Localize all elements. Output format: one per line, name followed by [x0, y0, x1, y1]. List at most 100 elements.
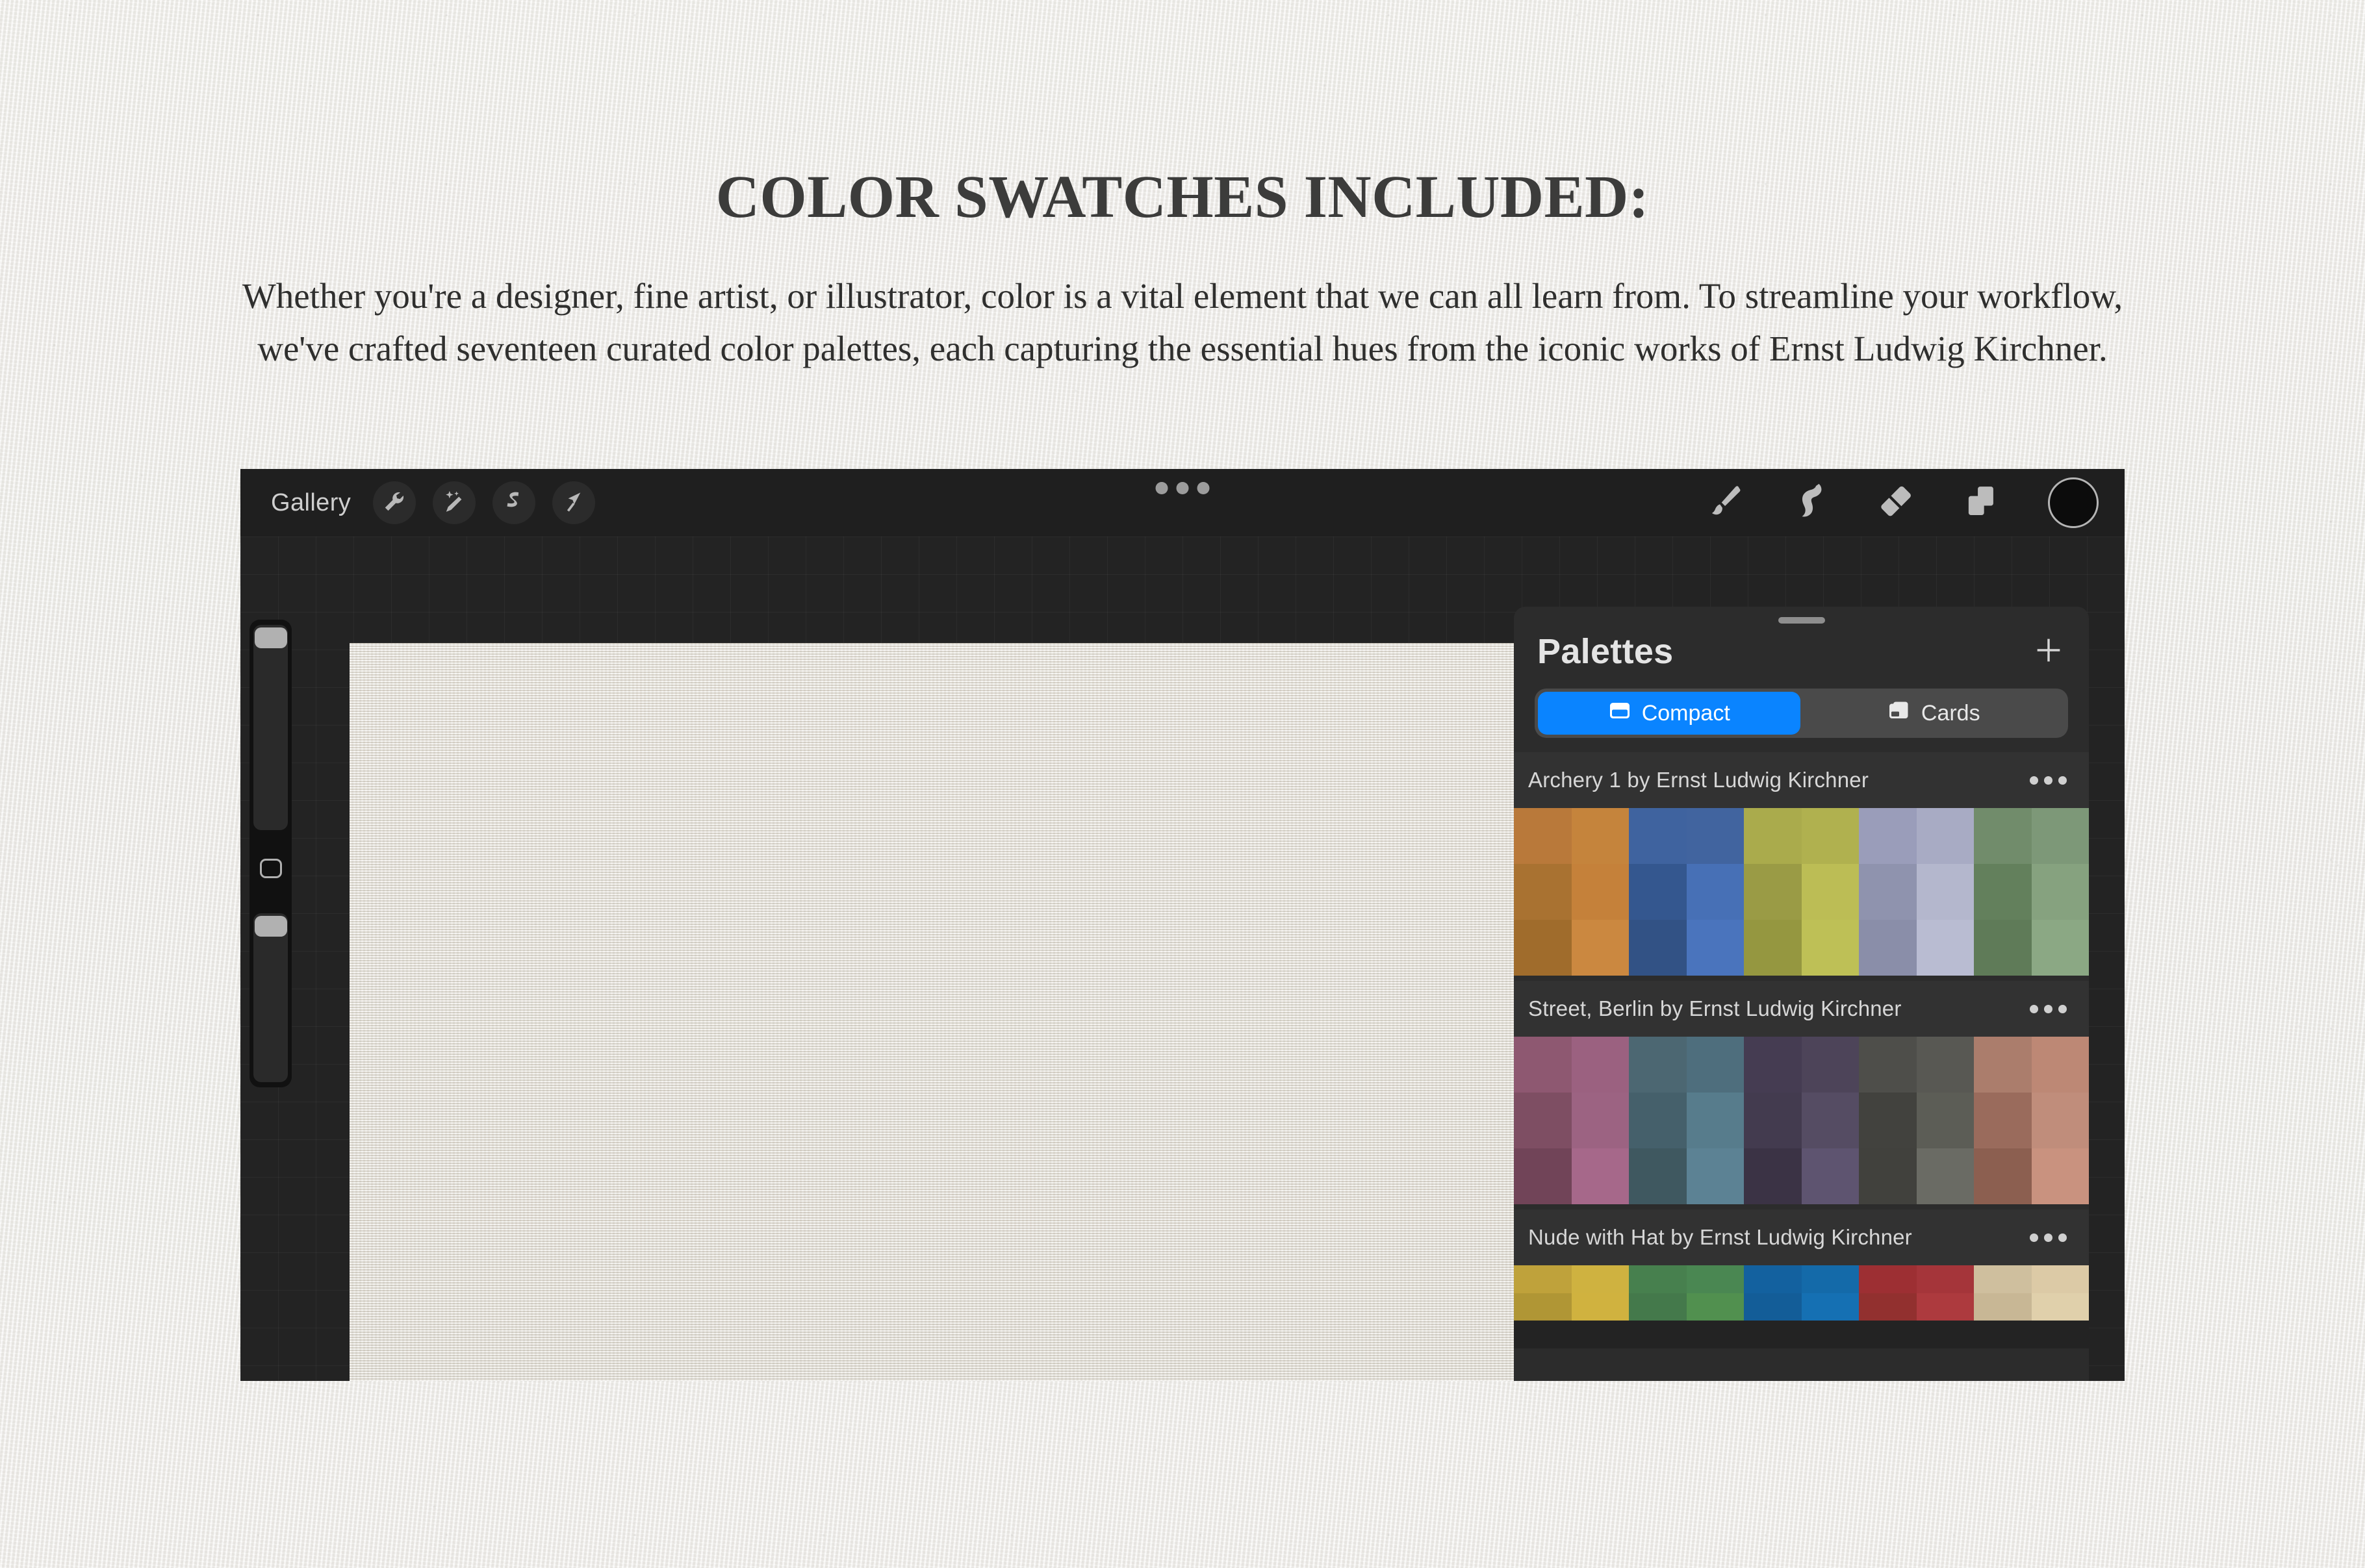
color-swatch[interactable]: [1686, 864, 1744, 920]
color-swatch[interactable]: [2031, 808, 2089, 864]
color-well-button[interactable]: [2048, 477, 2099, 528]
color-swatch[interactable]: [1916, 1265, 1974, 1293]
color-swatch[interactable]: [1859, 1148, 1917, 1204]
color-swatch[interactable]: [1974, 1265, 2032, 1293]
color-swatch[interactable]: [1686, 920, 1744, 976]
color-swatch[interactable]: [1629, 1093, 1687, 1148]
color-swatch[interactable]: [1686, 1293, 1744, 1321]
palette-header[interactable]: Archery 1 by Ernst Ludwig Kirchner: [1514, 752, 2089, 808]
actions-wrench-button[interactable]: [373, 481, 416, 524]
color-swatch[interactable]: [1744, 1265, 1802, 1293]
brush-size-handle[interactable]: [255, 627, 287, 648]
color-swatch[interactable]: [1974, 864, 2032, 920]
color-swatch[interactable]: [1686, 1148, 1744, 1204]
color-swatch[interactable]: [1744, 920, 1802, 976]
color-swatch[interactable]: [1514, 1148, 1572, 1204]
palette-header[interactable]: Street, Berlin by Ernst Ludwig Kirchner: [1514, 981, 2089, 1037]
color-swatch[interactable]: [1571, 1037, 1629, 1093]
palette-menu-button[interactable]: [2030, 776, 2067, 785]
color-swatch[interactable]: [1514, 920, 1572, 976]
color-swatch[interactable]: [1514, 1093, 1572, 1148]
color-swatch[interactable]: [1974, 1148, 2032, 1204]
color-swatch[interactable]: [1974, 808, 2032, 864]
color-swatch[interactable]: [1629, 1265, 1687, 1293]
color-swatch[interactable]: [1571, 1265, 1629, 1293]
color-swatch[interactable]: [2031, 1148, 2089, 1204]
color-swatch[interactable]: [1571, 1093, 1629, 1148]
color-swatch[interactable]: [2031, 1265, 2089, 1293]
color-swatch[interactable]: [1629, 1293, 1687, 1321]
transform-arrow-button[interactable]: [552, 481, 596, 524]
color-swatch[interactable]: [1801, 1037, 1859, 1093]
color-swatch[interactable]: [1514, 1293, 1572, 1321]
color-swatch[interactable]: [1916, 920, 1974, 976]
color-swatch[interactable]: [1686, 1093, 1744, 1148]
artboard-canvas[interactable]: [350, 643, 1514, 1381]
brush-size-slider[interactable]: [253, 625, 288, 830]
layers-button[interactable]: [1963, 483, 1999, 523]
palette-header[interactable]: Nude with Hat by Ernst Ludwig Kirchner: [1514, 1209, 2089, 1265]
adjustments-wand-button[interactable]: [433, 481, 476, 524]
color-swatch[interactable]: [1916, 808, 1974, 864]
color-swatch[interactable]: [2031, 1293, 2089, 1321]
color-swatch[interactable]: [1744, 864, 1802, 920]
color-swatch[interactable]: [2031, 1037, 2089, 1093]
smudge-button[interactable]: [1793, 483, 1829, 523]
color-swatch[interactable]: [1801, 808, 1859, 864]
color-swatch[interactable]: [1514, 864, 1572, 920]
color-swatch[interactable]: [1859, 808, 1917, 864]
gallery-button[interactable]: Gallery: [271, 489, 356, 517]
selection-button[interactable]: [492, 481, 536, 524]
color-swatch[interactable]: [1629, 808, 1687, 864]
color-swatch[interactable]: [1686, 1265, 1744, 1293]
canvas-stage[interactable]: Palettes Compact Cards Archery 1 by Erns…: [240, 537, 2125, 1381]
color-swatch[interactable]: [1744, 808, 1802, 864]
toolbar-overflow-menu[interactable]: [1155, 482, 1210, 494]
color-swatch[interactable]: [1801, 1093, 1859, 1148]
color-swatch[interactable]: [1974, 1093, 2032, 1148]
color-swatch[interactable]: [1859, 1265, 1917, 1293]
color-swatch[interactable]: [1686, 1037, 1744, 1093]
color-swatch[interactable]: [2031, 920, 2089, 976]
color-swatch[interactable]: [1629, 1037, 1687, 1093]
color-swatch[interactable]: [1859, 1093, 1917, 1148]
color-swatch[interactable]: [1801, 1265, 1859, 1293]
color-swatch[interactable]: [1974, 1293, 2032, 1321]
palette-list[interactable]: Archery 1 by Ernst Ludwig Kirchner Street…: [1514, 752, 2089, 1348]
add-palette-button[interactable]: [2032, 633, 2065, 670]
color-swatch[interactable]: [1859, 864, 1917, 920]
color-swatch[interactable]: [1801, 920, 1859, 976]
brush-opacity-slider[interactable]: [253, 913, 288, 1082]
color-swatch[interactable]: [1514, 1037, 1572, 1093]
color-swatch[interactable]: [1571, 920, 1629, 976]
color-swatch[interactable]: [1629, 920, 1687, 976]
color-swatch[interactable]: [1859, 1037, 1917, 1093]
color-swatch[interactable]: [1744, 1148, 1802, 1204]
color-swatch[interactable]: [1744, 1037, 1802, 1093]
color-swatch[interactable]: [1859, 920, 1917, 976]
color-swatch[interactable]: [1916, 1148, 1974, 1204]
panel-drag-handle[interactable]: [1778, 617, 1825, 624]
color-swatch[interactable]: [2031, 864, 2089, 920]
swatch-grid[interactable]: [1514, 1037, 2089, 1204]
color-swatch[interactable]: [1916, 1093, 1974, 1148]
color-swatch[interactable]: [1801, 864, 1859, 920]
color-swatch[interactable]: [1916, 864, 1974, 920]
color-swatch[interactable]: [1571, 1293, 1629, 1321]
color-swatch[interactable]: [1629, 864, 1687, 920]
color-swatch[interactable]: [1916, 1293, 1974, 1321]
swatch-grid[interactable]: [1514, 808, 2089, 976]
brush-opacity-handle[interactable]: [255, 916, 287, 937]
color-swatch[interactable]: [1686, 808, 1744, 864]
color-swatch[interactable]: [1514, 808, 1572, 864]
color-swatch[interactable]: [1744, 1293, 1802, 1321]
color-swatch[interactable]: [1916, 1037, 1974, 1093]
color-swatch[interactable]: [1801, 1293, 1859, 1321]
color-swatch[interactable]: [1571, 808, 1629, 864]
color-swatch[interactable]: [1571, 1148, 1629, 1204]
swatch-grid[interactable]: [1514, 1265, 2089, 1348]
color-swatch[interactable]: [1514, 1265, 1572, 1293]
color-swatch[interactable]: [1974, 1037, 2032, 1093]
brush-button[interactable]: [1707, 483, 1744, 523]
palette-menu-button[interactable]: [2030, 1004, 2067, 1013]
